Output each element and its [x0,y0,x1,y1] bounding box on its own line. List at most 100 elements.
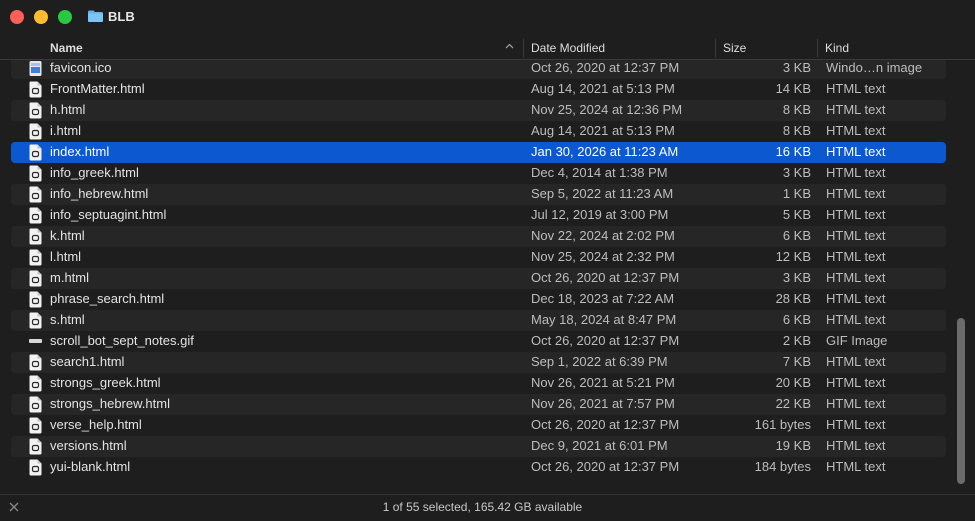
file-name: verse_help.html [50,417,142,432]
file-row[interactable]: m.html Oct 26, 2020 at 12:37 PM 3 KB HTML t… [11,268,946,289]
file-row[interactable]: verse_help.html Oct 26, 2020 at 12:37 PM 1… [11,415,946,436]
file-name: index.html [50,144,110,159]
file-kind: HTML text [826,459,886,474]
file-row[interactable]: l.html Nov 25, 2024 at 2:32 PM 12 KB HTML t… [11,247,946,268]
html-file-icon [29,270,42,287]
file-row[interactable]: yui-blank.html Oct 26, 2020 at 12:37 PM 18… [11,457,946,478]
column-divider[interactable] [715,39,716,57]
file-date-modified: Sep 1, 2022 at 6:39 PM [531,354,668,369]
column-header-kind[interactable]: Kind [825,41,849,55]
column-header-name[interactable]: Name [50,41,83,55]
close-window-button[interactable] [10,10,24,24]
file-row[interactable]: info_greek.html Dec 4, 2014 at 1:38 PM 3 K… [11,163,946,184]
file-size: 8 KB [782,123,811,138]
file-kind: HTML text [826,354,886,369]
file-name: yui-blank.html [50,459,131,474]
file-kind: HTML text [826,81,886,96]
file-row[interactable]: info_septuagint.html Jul 12, 2019 at 3:00… [11,205,946,226]
file-name: info_hebrew.html [50,186,149,201]
file-size: 19 KB [775,438,811,453]
file-kind: HTML text [826,438,886,453]
file-size: 1 KB [782,186,811,201]
file-row[interactable]: s.html May 18, 2024 at 8:47 PM 6 KB HTML te… [11,310,946,331]
file-kind: HTML text [826,270,886,285]
file-kind: HTML text [826,291,886,306]
file-name: info_greek.html [50,165,139,180]
file-row[interactable]: strongs_hebrew.html Nov 26, 2021 at 7:57 … [11,394,946,415]
file-size: 184 bytes [754,459,811,474]
html-file-icon [29,228,42,245]
file-row[interactable]: index.html Jan 30, 2026 at 11:23 AM 16 KB H… [11,142,946,163]
file-size: 22 KB [775,396,811,411]
file-name: scroll_bot_sept_notes.gif [50,333,194,348]
zoom-window-button[interactable] [58,10,72,24]
file-kind: Windo…n image [826,60,923,75]
file-kind: HTML text [826,228,886,243]
file-kind: HTML text [826,165,886,180]
file-kind: HTML text [826,396,886,411]
file-date-modified: Nov 26, 2021 at 7:57 PM [531,396,675,411]
vertical-scrollbar[interactable] [957,318,965,484]
file-row[interactable]: info_hebrew.html Sep 5, 2022 at 11:23 AM 1… [11,184,946,205]
file-row[interactable]: phrase_search.html Dec 18, 2023 at 7:22 A… [11,289,946,310]
html-file-icon [29,417,42,434]
file-date-modified: Oct 26, 2020 at 12:37 PM [531,459,680,474]
column-divider[interactable] [817,39,818,57]
column-divider[interactable] [523,39,524,57]
file-name: h.html [50,102,86,117]
file-row[interactable]: h.html Nov 25, 2024 at 12:36 PM 8 KB HTML t… [11,100,946,121]
html-file-icon [29,438,42,455]
file-date-modified: Oct 26, 2020 at 12:37 PM [531,417,680,432]
status-bar: 1 of 55 selected, 165.42 GB available [0,494,975,521]
html-file-icon [29,354,42,371]
file-row[interactable]: k.html Nov 22, 2024 at 2:02 PM 6 KB HTML te… [11,226,946,247]
html-file-icon [29,459,42,476]
folder-icon [88,10,103,22]
file-list[interactable]: favicon.ico Oct 26, 2020 at 12:37 PM 3 KB W… [0,60,975,486]
file-row[interactable]: search1.html Sep 1, 2022 at 6:39 PM 7 KB HT… [11,352,946,373]
file-date-modified: Nov 25, 2024 at 2:32 PM [531,249,675,264]
file-size: 5 KB [782,207,811,222]
html-file-icon [29,81,42,98]
file-row[interactable]: i.html Aug 14, 2021 at 5:13 PM 8 KB HTML te… [11,121,946,142]
html-file-icon [29,312,42,329]
file-row[interactable]: strongs_greek.html Nov 26, 2021 at 5:21 P… [11,373,946,394]
file-name: phrase_search.html [50,291,165,306]
file-date-modified: Oct 26, 2020 at 12:37 PM [531,60,680,75]
file-size: 16 KB [775,144,811,159]
file-kind: HTML text [826,417,886,432]
file-size: 20 KB [775,375,811,390]
file-kind: HTML text [826,123,886,138]
file-size: 14 KB [775,81,811,96]
file-size: 7 KB [782,354,811,369]
file-name: search1.html [50,354,125,369]
ico-image-icon [29,61,42,76]
minimize-window-button[interactable] [34,10,48,24]
column-header-date[interactable]: Date Modified [531,41,605,55]
file-size: 3 KB [782,60,811,75]
html-file-icon [29,144,42,161]
file-date-modified: Aug 14, 2021 at 5:13 PM [531,123,675,138]
column-header-size[interactable]: Size [723,41,746,55]
file-kind: HTML text [826,102,886,117]
file-size: 2 KB [782,333,811,348]
file-row[interactable]: FrontMatter.html Aug 14, 2021 at 5:13 PM 1… [11,79,946,100]
file-row[interactable]: favicon.ico Oct 26, 2020 at 12:37 PM 3 KB W… [11,60,946,79]
file-name: favicon.ico [50,60,112,75]
finder-window: BLB Name Date Modified Size Kind favicon… [0,0,975,521]
sort-ascending-chevron-icon[interactable] [505,43,514,49]
file-size: 161 bytes [754,417,811,432]
file-size: 28 KB [775,291,811,306]
html-file-icon [29,249,42,266]
html-file-icon [29,165,42,182]
html-file-icon [29,186,42,203]
file-name: l.html [50,249,82,264]
file-size: 3 KB [782,270,811,285]
file-size: 6 KB [782,228,811,243]
file-kind: HTML text [826,312,886,327]
file-date-modified: Dec 18, 2023 at 7:22 AM [531,291,675,306]
file-row[interactable]: versions.html Dec 9, 2021 at 6:01 PM 19 KB… [11,436,946,457]
file-name: FrontMatter.html [50,81,145,96]
file-row[interactable]: scroll_bot_sept_notes.gif Oct 26, 2020 at… [11,331,946,352]
file-name: strongs_greek.html [50,375,161,390]
